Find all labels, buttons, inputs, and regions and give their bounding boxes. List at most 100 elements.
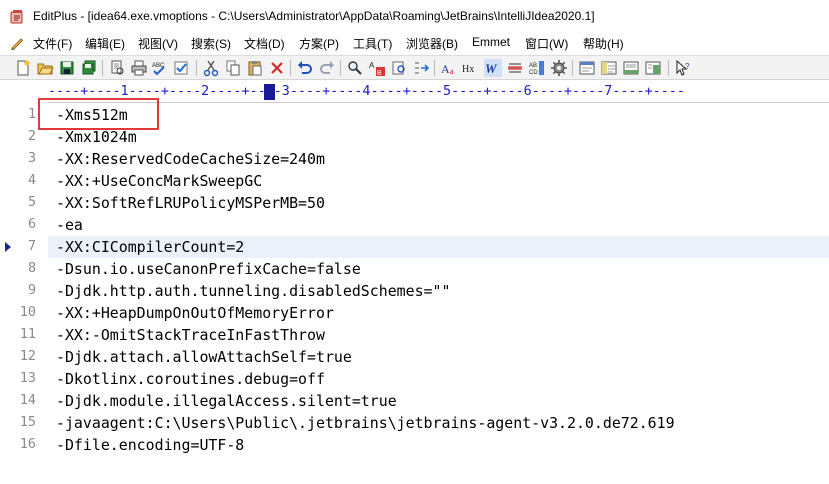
copy-icon[interactable]: [224, 59, 242, 77]
check-icon[interactable]: [172, 59, 190, 77]
cut-icon[interactable]: [202, 59, 220, 77]
font-icon[interactable]: Aa: [440, 59, 458, 77]
line-text[interactable]: -Dkotlinx.coroutines.debug=off: [56, 370, 325, 388]
menu-file[interactable]: 文件(F): [32, 35, 73, 52]
menu-view[interactable]: 视图(V): [137, 35, 179, 52]
line-number: 7: [27, 239, 36, 254]
pen-icon: [11, 38, 24, 51]
gutter-cell: 4: [0, 170, 48, 192]
gutter-cell: 15: [0, 412, 48, 434]
print-preview-icon[interactable]: [108, 59, 126, 77]
menu-window[interactable]: 窗口(W): [524, 35, 569, 52]
menu-emmet[interactable]: Emmet: [471, 35, 511, 49]
line-text[interactable]: -XX:CICompilerCount=2: [56, 238, 244, 256]
line-text[interactable]: -XX:+HeapDumpOnOutOfMemoryError: [56, 304, 334, 322]
svg-text:Hx: Hx: [462, 64, 474, 75]
goto-icon[interactable]: [412, 59, 430, 77]
settings-icon[interactable]: [550, 59, 568, 77]
hex-icon[interactable]: Hx: [462, 59, 480, 77]
print-icon[interactable]: [130, 59, 148, 77]
code-line[interactable]: 14 -Djdk.module.illegalAccess.silent=true: [0, 390, 829, 412]
code-line[interactable]: 5 -XX:SoftRefLRUPolicyMSPerMB=50: [0, 192, 829, 214]
spell-check-icon[interactable]: ABC: [150, 59, 168, 77]
view-1-icon[interactable]: [578, 59, 596, 77]
redo-icon[interactable]: [318, 59, 336, 77]
menu-document[interactable]: 文档(D): [243, 35, 286, 52]
code-line[interactable]: 9 -Djdk.http.auth.tunneling.disabledSchem…: [0, 280, 829, 302]
menu-project[interactable]: 方案(P): [298, 35, 340, 52]
line-text[interactable]: -Djdk.http.auth.tunneling.disabledScheme…: [56, 282, 450, 300]
line-text[interactable]: -javaagent:C:\Users\Public\.jetbrains\je…: [56, 414, 675, 432]
code-line[interactable]: 7 -XX:CICompilerCount=2: [0, 236, 829, 258]
line-text[interactable]: -XX:ReservedCodeCacheSize=240m: [56, 150, 325, 168]
line-text[interactable]: -ea: [56, 216, 83, 234]
editor-area[interactable]: ----+----1----+----2----+----3----+----4…: [0, 81, 829, 484]
new-file-icon[interactable]: [14, 59, 32, 77]
find-icon[interactable]: [346, 59, 364, 77]
line-number: 13: [19, 371, 36, 386]
line-text[interactable]: -Dfile.encoding=UTF-8: [56, 436, 244, 454]
line-number: 14: [19, 393, 36, 408]
code-line[interactable]: 16 -Dfile.encoding=UTF-8: [0, 434, 829, 456]
view-3-icon[interactable]: [622, 59, 640, 77]
line-text[interactable]: -Djdk.attach.allowAttachSelf=true: [56, 348, 352, 366]
line-text[interactable]: -XX:+UseConcMarkSweepGC: [56, 172, 262, 190]
undo-icon[interactable]: [296, 59, 314, 77]
paste-icon[interactable]: [246, 59, 264, 77]
code-line[interactable]: 15 -javaagent:C:\Users\Public\.jetbrains\…: [0, 412, 829, 434]
gutter-cell: 5: [0, 192, 48, 214]
replace-icon[interactable]: AB: [368, 59, 386, 77]
menu-edit[interactable]: 编辑(E): [84, 35, 126, 52]
line-text[interactable]: -XX:SoftRefLRUPolicyMSPerMB=50: [56, 194, 325, 212]
delete-icon[interactable]: [268, 59, 286, 77]
open-folder-icon[interactable]: [36, 59, 54, 77]
gutter-cell: 9: [0, 280, 48, 302]
svg-text:A: A: [441, 62, 450, 76]
view-4-icon[interactable]: [644, 59, 662, 77]
line-number: 10: [19, 305, 36, 320]
code-line[interactable]: 13 -Dkotlinx.coroutines.debug=off: [0, 368, 829, 390]
toolbar: ABC AB Aa Hx W AB CD ?: [0, 55, 829, 80]
column-ruler: ----+----1----+----2----+----3----+----4…: [48, 84, 685, 99]
line-text[interactable]: -Dsun.io.useCanonPrefixCache=false: [56, 260, 361, 278]
menu-help[interactable]: 帮助(H): [582, 35, 625, 52]
svg-text:B: B: [377, 70, 382, 77]
code-line[interactable]: 4 -XX:+UseConcMarkSweepGC: [0, 170, 829, 192]
ruler-cursor-marker: [264, 84, 275, 100]
code-line[interactable]: 10 -XX:+HeapDumpOnOutOfMemoryError: [0, 302, 829, 324]
save-icon[interactable]: [58, 59, 76, 77]
gutter-cell: 16: [0, 434, 48, 456]
editplus-app-icon: [10, 10, 23, 24]
svg-text:CD: CD: [529, 70, 538, 76]
toolbar-separator: [572, 60, 573, 76]
gutter-cell: 12: [0, 346, 48, 368]
title-bar: EditPlus - [idea64.exe.vmoptions - C:\Us…: [0, 0, 829, 33]
gutter-cell: 13: [0, 368, 48, 390]
highlight-annotation-box: [38, 98, 159, 130]
line-text[interactable]: -Xmx1024m: [56, 128, 137, 146]
code-line[interactable]: 11 -XX:-OmitStackTraceInFastThrow: [0, 324, 829, 346]
line-numbers-icon[interactable]: [506, 59, 524, 77]
code-line[interactable]: 6 -ea: [0, 214, 829, 236]
menu-browser[interactable]: 浏览器(B): [405, 35, 459, 52]
line-number: 8: [27, 261, 36, 276]
svg-text:A: A: [369, 61, 375, 70]
line-text[interactable]: -XX:-OmitStackTraceInFastThrow: [56, 326, 325, 344]
svg-text:W: W: [485, 61, 498, 76]
menu-tools[interactable]: 工具(T): [352, 35, 393, 52]
code-line[interactable]: 12 -Djdk.attach.allowAttachSelf=true: [0, 346, 829, 368]
line-text[interactable]: -Djdk.module.illegalAccess.silent=true: [56, 392, 397, 410]
code-line[interactable]: 8 -Dsun.io.useCanonPrefixCache=false: [0, 258, 829, 280]
pointer-help-icon[interactable]: ?: [674, 59, 692, 77]
find-in-files-icon[interactable]: [390, 59, 408, 77]
abcd-column-icon[interactable]: ABCD: [528, 59, 546, 77]
menu-search[interactable]: 搜索(S): [190, 35, 232, 52]
save-all-icon[interactable]: [80, 59, 98, 77]
gutter-cell: 8: [0, 258, 48, 280]
view-2-icon[interactable]: [600, 59, 618, 77]
word-wrap-icon[interactable]: W: [484, 59, 502, 77]
svg-text:a: a: [450, 67, 454, 76]
gutter-cell: 11: [0, 324, 48, 346]
line-number: 9: [27, 283, 36, 298]
code-line[interactable]: 3 -XX:ReservedCodeCacheSize=240m: [0, 148, 829, 170]
